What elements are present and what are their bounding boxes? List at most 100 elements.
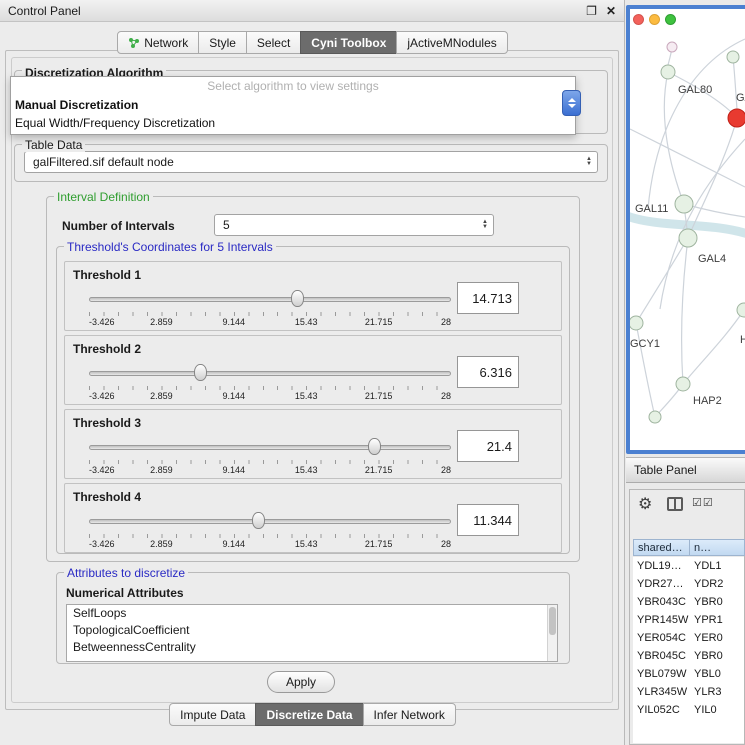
table-row[interactable]: YBR043CYBR0 xyxy=(633,593,744,611)
table-row[interactable]: YER054CYER0 xyxy=(633,629,744,647)
tick-label: -3.426 xyxy=(89,465,115,475)
network-node[interactable] xyxy=(679,229,697,247)
table-row[interactable]: YBL079WYBL0 xyxy=(633,665,744,683)
network-node[interactable] xyxy=(649,411,661,423)
network-node[interactable] xyxy=(727,51,739,63)
columns-icon[interactable] xyxy=(667,497,683,511)
table-row[interactable]: YBR045CYBR0 xyxy=(633,647,744,665)
threshold-4-slider[interactable]: -3.4262.8599.14415.4321.71528 xyxy=(89,508,451,548)
network-node[interactable] xyxy=(737,303,745,317)
table-row[interactable]: YIL052CYIL0 xyxy=(633,701,744,719)
threshold-4-value[interactable]: 11.344 xyxy=(457,504,519,536)
network-node[interactable] xyxy=(661,65,675,79)
close-icon[interactable]: ✕ xyxy=(606,4,616,18)
network-node-label: GAL11 xyxy=(635,203,668,215)
apply-button[interactable]: Apply xyxy=(267,671,335,693)
algorithm-combo-arrow-button[interactable] xyxy=(562,90,581,116)
table-data-select[interactable]: galFiltered.sif default node ▲▼ xyxy=(24,151,598,173)
tick-label: 15.43 xyxy=(295,391,318,401)
network-node[interactable] xyxy=(676,377,690,391)
network-canvas[interactable]: GAL80GAGAL11GAL4GCY1HAP2H xyxy=(630,9,745,450)
tab-network[interactable]: Network xyxy=(117,31,199,54)
threshold-4-panel: Threshold 4 -3.4262.8599.14415.4321.7152… xyxy=(64,483,562,553)
table-cell: YBL079W xyxy=(633,665,690,683)
tick-label: 28 xyxy=(441,539,451,549)
network-node[interactable] xyxy=(667,42,677,52)
tick-label: 21.715 xyxy=(365,391,393,401)
attribute-list-item[interactable]: SelfLoops xyxy=(67,605,557,622)
network-edge xyxy=(682,238,688,384)
threshold-1-slider-thumb[interactable] xyxy=(291,290,304,307)
mac-close-icon[interactable] xyxy=(633,14,644,25)
tab-select[interactable]: Select xyxy=(246,31,301,54)
screen: Control Panel ❐ ✕ Network Style Select C… xyxy=(0,0,745,745)
numerical-attributes-list[interactable]: SelfLoopsTopologicalCoefficientBetweenne… xyxy=(66,604,558,662)
number-of-intervals-select[interactable]: 5 ▲▼ xyxy=(214,214,494,236)
tick-label: 2.859 xyxy=(150,465,173,475)
table-cell: YPR145W xyxy=(633,611,690,629)
column-header-shared-name[interactable]: shared… xyxy=(633,539,690,556)
column-header-name[interactable]: n… xyxy=(689,539,745,556)
table-cell: YIL052C xyxy=(633,701,690,719)
tick-label: 15.43 xyxy=(295,317,318,327)
tab-cyni-toolbox[interactable]: Cyni Toolbox xyxy=(300,31,397,54)
table-panel-header: Table Panel xyxy=(626,457,745,483)
tab-infer-network[interactable]: Infer Network xyxy=(363,703,456,726)
popup-option-equal-width[interactable]: Equal Width/Frequency Discretization xyxy=(11,114,575,132)
tab-impute-data[interactable]: Impute Data xyxy=(169,703,256,726)
tab-discretize-data[interactable]: Discretize Data xyxy=(255,703,363,726)
popup-option-manual-discretization[interactable]: Manual Discretization xyxy=(11,96,575,114)
select-checkboxes-icon[interactable]: ☑☑ xyxy=(692,496,714,509)
table-row[interactable]: YLR345WYLR3 xyxy=(633,683,744,701)
mac-minimize-icon[interactable] xyxy=(649,14,660,25)
table-cell: YDR2 xyxy=(690,575,744,593)
table-cell: YDR27… xyxy=(633,575,690,593)
tab-label: Infer Network xyxy=(374,708,445,722)
number-of-intervals-label: Number of Intervals xyxy=(62,219,175,233)
tab-label: Cyni Toolbox xyxy=(311,36,386,50)
tick-label: 15.43 xyxy=(295,539,318,549)
threshold-1-value[interactable]: 14.713 xyxy=(457,282,519,314)
threshold-3-slider-thumb[interactable] xyxy=(368,438,381,455)
table-cell: YBL0 xyxy=(690,665,744,683)
combo-arrows-icon: ▲▼ xyxy=(477,220,493,230)
gear-icon[interactable]: ⚙ xyxy=(638,494,652,514)
network-node[interactable] xyxy=(675,195,693,213)
table-cell: YER054C xyxy=(633,629,690,647)
tick-label: -3.426 xyxy=(89,391,115,401)
threshold-3-slider[interactable]: -3.4262.8599.14415.4321.71528 xyxy=(89,434,451,474)
tab-style[interactable]: Style xyxy=(198,31,247,54)
table-row[interactable]: YPR145WYPR1 xyxy=(633,611,744,629)
tick-label: 28 xyxy=(441,391,451,401)
threshold-2-slider[interactable]: -3.4262.8599.14415.4321.71528 xyxy=(89,360,451,400)
interval-definition-group-title: Interval Definition xyxy=(54,190,153,204)
control-panel-titlebar: Control Panel ❐ ✕ xyxy=(0,0,624,22)
slider-ticks xyxy=(89,386,451,390)
table-row[interactable]: YDR27…YDR2 xyxy=(633,575,744,593)
table-cell: YIL0 xyxy=(690,701,744,719)
attribute-list-item[interactable]: BetweennessCentrality xyxy=(67,639,557,656)
list-scrollbar[interactable] xyxy=(547,605,557,661)
tick-label: 2.859 xyxy=(150,317,173,327)
threshold-1-slider[interactable]: -3.4262.8599.14415.4321.71528 xyxy=(89,286,451,326)
tick-label: -3.426 xyxy=(89,317,115,327)
attribute-list-item[interactable]: TopologicalCoefficient xyxy=(67,622,557,639)
network-node[interactable] xyxy=(630,316,643,330)
threshold-2-value[interactable]: 6.316 xyxy=(457,356,519,388)
threshold-2-slider-thumb[interactable] xyxy=(194,364,207,381)
mac-zoom-icon[interactable] xyxy=(665,14,676,25)
threshold-4-slider-thumb[interactable] xyxy=(252,512,265,529)
threshold-3-value[interactable]: 21.4 xyxy=(457,430,519,462)
network-view-window[interactable]: GAL80GAGAL11GAL4GCY1HAP2H xyxy=(626,5,745,454)
slider-ticks xyxy=(89,534,451,538)
numerical-attributes-list-items: SelfLoopsTopologicalCoefficientBetweenne… xyxy=(67,605,557,656)
tick-label: 28 xyxy=(441,465,451,475)
slider-track xyxy=(89,519,451,524)
threshold-4-label: Threshold 4 xyxy=(73,490,141,504)
network-node[interactable] xyxy=(728,109,745,127)
tab-jactivemnodules[interactable]: jActiveMNodules xyxy=(396,31,507,54)
numerical-attributes-label: Numerical Attributes xyxy=(66,586,184,600)
threshold-2-label: Threshold 2 xyxy=(73,342,141,356)
float-window-icon[interactable]: ❐ xyxy=(586,4,597,18)
table-row[interactable]: YDL19…YDL1 xyxy=(633,557,744,575)
